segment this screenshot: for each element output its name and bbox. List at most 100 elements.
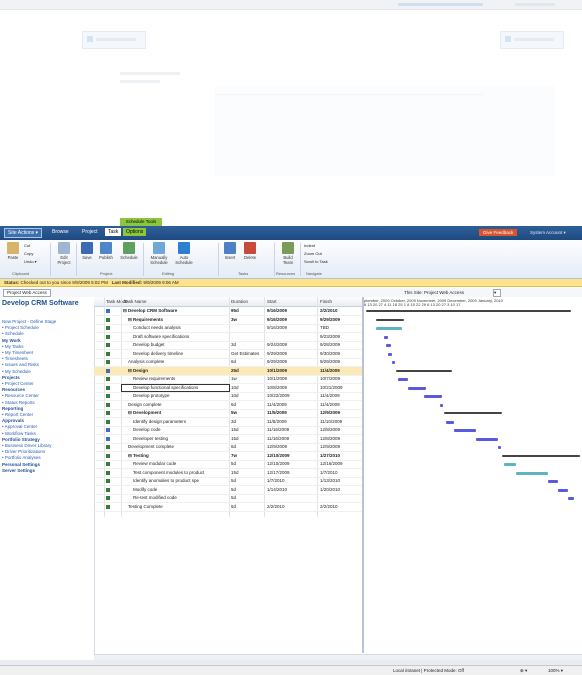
task-finish[interactable]: TBD [320,325,329,330]
task-finish[interactable]: 11/4/2009 [320,368,340,373]
gantt-bar[interactable] [498,446,501,449]
save-button[interactable]: Save [80,242,94,260]
task-name[interactable]: Develop prototype [133,393,227,398]
nav-item[interactable]: Personal Settings [2,462,40,467]
task-name[interactable]: ⊟ Develop CRM Software [123,308,227,314]
task-name[interactable]: Re-test modified code [133,495,227,500]
task-finish[interactable]: 9/29/2009 [320,317,340,322]
nav-item[interactable]: • Status Reports [2,400,35,405]
col-duration[interactable]: Duration [231,299,248,304]
manually-schedule-button[interactable]: Manually Schedule [146,242,172,265]
task-name[interactable]: Developer testing [133,436,227,441]
search-scope-dropdown[interactable]: ▾ [493,289,501,297]
col-task-name[interactable]: Task Name [124,299,147,304]
task-duration[interactable]: 3d [231,342,236,347]
gantt-bar[interactable] [408,386,426,390]
indent-button[interactable]: Indent [304,243,315,248]
tab-options[interactable]: Options [123,228,147,236]
task-finish[interactable]: 1/27/2010 [320,453,340,458]
gantt-bar[interactable] [502,454,580,457]
task-duration[interactable]: 7w [231,453,237,458]
selected-cell[interactable] [121,383,230,392]
zoom-level[interactable]: 100% ▾ [548,668,563,674]
task-duration[interactable]: 6d [231,504,236,509]
gantt-bar[interactable] [444,412,502,414]
table-row[interactable]: Testing Complete 6d 2/2/2010 2/2/2010 [94,503,362,512]
task-name[interactable]: Testing Complete [128,504,227,509]
task-name[interactable]: Develop delivery timeline [133,351,227,356]
task-start[interactable]: 10/1/2009 [267,368,287,373]
task-duration[interactable]: Get Estimates [231,351,259,356]
task-duration[interactable]: 25d [231,368,239,373]
task-finish[interactable]: 11/4/2009 [320,393,340,398]
task-duration[interactable]: 5d [231,478,236,483]
task-duration[interactable]: 10d [231,385,239,390]
nav-item[interactable]: My Work [2,338,21,343]
gantt-bar[interactable] [454,429,476,432]
task-finish[interactable]: 2/2/2010 [320,504,338,509]
nav-item[interactable]: • Project Schedule [2,325,39,330]
nav-item[interactable]: • Resource Center [2,393,39,398]
task-duration[interactable]: 15d [231,427,239,432]
gantt-bar[interactable] [366,310,571,312]
task-finish[interactable]: 10/21/2009 [320,385,343,390]
task-start[interactable]: 9/29/2009 [267,359,287,364]
auto-schedule-button[interactable]: Auto Schedule [174,242,194,265]
gantt-bar[interactable] [424,395,442,398]
tab-browse[interactable]: Browse [52,229,69,235]
nav-item[interactable]: • Approval Center [2,424,37,429]
task-duration[interactable]: 10d [231,393,239,398]
task-start[interactable]: 11/16/2009 [267,427,289,432]
task-start[interactable]: 12/10/2009 [267,461,290,466]
task-start[interactable]: 11/5/2009 [267,410,287,415]
gantt-bar[interactable] [386,344,391,347]
task-duration[interactable]: 15d [231,470,239,475]
task-name[interactable]: ⊟ Development [128,410,227,416]
task-name[interactable]: Develop code [133,427,227,432]
gantt-bar[interactable] [476,437,498,441]
task-finish[interactable]: 10/7/2009 [320,376,340,381]
edit-project-button[interactable]: Edit Project [54,242,74,265]
nav-item[interactable]: • Driver Prioritizations [2,449,45,454]
gantt-bar[interactable] [548,480,558,483]
publish-button[interactable]: Publish [96,242,116,260]
task-duration[interactable]: 6d [231,402,236,407]
task-start[interactable]: 10/8/2009 [267,385,287,390]
copy-button[interactable]: Copy [24,251,33,256]
task-finish[interactable]: 9/23/2009 [320,334,340,339]
undo-button[interactable]: Undo ▾ [24,259,37,264]
gantt-bar[interactable] [446,420,454,424]
insert-button[interactable]: Insert [221,242,239,260]
give-feedback-button[interactable]: Give Feedback [479,229,518,236]
task-duration[interactable]: 1w [231,376,237,381]
schedule-button[interactable]: Schedule [118,242,140,260]
task-name[interactable]: Identify anomalies to product spe [133,478,227,483]
task-name[interactable]: Review modular code [133,461,227,466]
nav-item[interactable]: • Schedule [2,331,24,336]
nav-item[interactable]: • Portfolio Analyses [2,455,41,460]
task-finish[interactable]: 9/28/2009 [320,342,340,347]
gantt-bar[interactable] [384,335,388,339]
task-duration[interactable]: 3w [231,317,237,322]
task-start[interactable]: 11/5/2009 [267,419,287,424]
task-finish[interactable]: 12/8/2009 [320,427,340,432]
gantt-bar[interactable] [376,318,404,321]
task-finish[interactable]: 1/7/2010 [320,470,338,475]
gantt-bar[interactable] [392,361,395,364]
nav-item[interactable]: Portfolio Strategy [2,437,40,442]
task-finish[interactable]: 1/13/2010 [320,478,340,483]
task-finish[interactable]: 1/20/2010 [320,487,340,492]
col-finish[interactable]: Finish [320,299,332,304]
task-start[interactable]: 9/29/2009 [267,351,287,356]
task-name[interactable]: Test component modules to product [133,470,227,475]
task-finish[interactable]: 2/2/2010 [320,308,338,313]
task-start[interactable]: 9/24/2009 [267,342,287,347]
task-duration[interactable]: 6d [231,444,236,449]
task-duration[interactable]: 5w [231,410,237,415]
task-name[interactable]: Review requirements [133,376,227,381]
task-name[interactable]: Develop budget [133,342,227,347]
nav-item[interactable]: • Project Center [2,381,34,386]
task-finish[interactable]: 12/9/2009 [320,444,340,449]
protected-mode-icon[interactable]: ⊕ ▾ [520,668,527,674]
nav-item[interactable]: Approvals [2,418,24,423]
